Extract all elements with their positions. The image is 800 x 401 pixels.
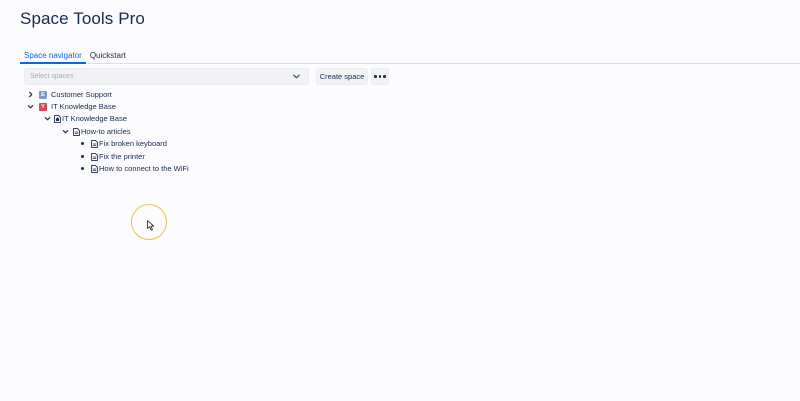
tree-item-it-knowledge-base-space[interactable]: Y IT Knowledge Base [26, 101, 116, 112]
bullet-icon [81, 167, 84, 170]
page-icon [91, 164, 98, 173]
tree-item-page[interactable]: Fix broken keyboard [81, 138, 167, 149]
bullet-icon [81, 155, 84, 158]
tree-item-customer-support[interactable]: E Customer Support [26, 89, 112, 100]
tab-space-navigator[interactable]: Space navigator [20, 49, 86, 64]
more-actions-button[interactable] [371, 68, 389, 85]
tab-bar: Space navigator Quickstart [20, 49, 800, 64]
chevron-down-icon[interactable] [61, 128, 69, 136]
mouse-cursor-icon [147, 220, 155, 231]
bullet-icon [81, 142, 84, 145]
chevron-down-icon[interactable] [43, 115, 51, 123]
tree-item-label: How-to articles [81, 127, 131, 136]
tree-item-label: IT Knowledge Base [51, 102, 116, 111]
tree-item-label: Fix broken keyboard [99, 139, 167, 148]
page-icon [91, 139, 98, 148]
chevron-right-icon[interactable] [26, 91, 34, 99]
app-title: Space Tools Pro [20, 9, 145, 28]
chevron-down-icon[interactable] [26, 103, 34, 111]
chevron-down-icon [293, 74, 300, 79]
space-select[interactable]: Select spaces [24, 68, 309, 85]
tree-item-label: Customer Support [51, 90, 112, 99]
tree-item-page[interactable]: Fix the printer [81, 151, 145, 162]
space-select-placeholder: Select spaces [30, 73, 74, 80]
customer-support-space-icon: E [39, 90, 47, 99]
page-icon [73, 127, 80, 136]
tree-item-it-knowledge-base-home[interactable]: IT Knowledge Base [43, 113, 127, 124]
tree-item-page[interactable]: How to connect to the WiFi [81, 163, 189, 174]
tree-item-label: Fix the printer [99, 152, 145, 161]
it-knowledge-base-space-icon: Y [39, 102, 47, 111]
tree-item-label: How to connect to the WiFi [99, 164, 189, 173]
tree-item-how-to-articles[interactable]: How-to articles [61, 126, 131, 137]
more-horizontal-icon [374, 75, 386, 78]
space-tools-pro-page: Space Tools Pro Space navigator Quicksta… [0, 0, 800, 401]
tree-item-label: IT Knowledge Base [62, 114, 127, 123]
tab-quickstart[interactable]: Quickstart [86, 49, 130, 64]
create-space-button[interactable]: Create space [316, 68, 368, 85]
page-icon [91, 152, 98, 161]
home-page-icon [54, 114, 61, 123]
